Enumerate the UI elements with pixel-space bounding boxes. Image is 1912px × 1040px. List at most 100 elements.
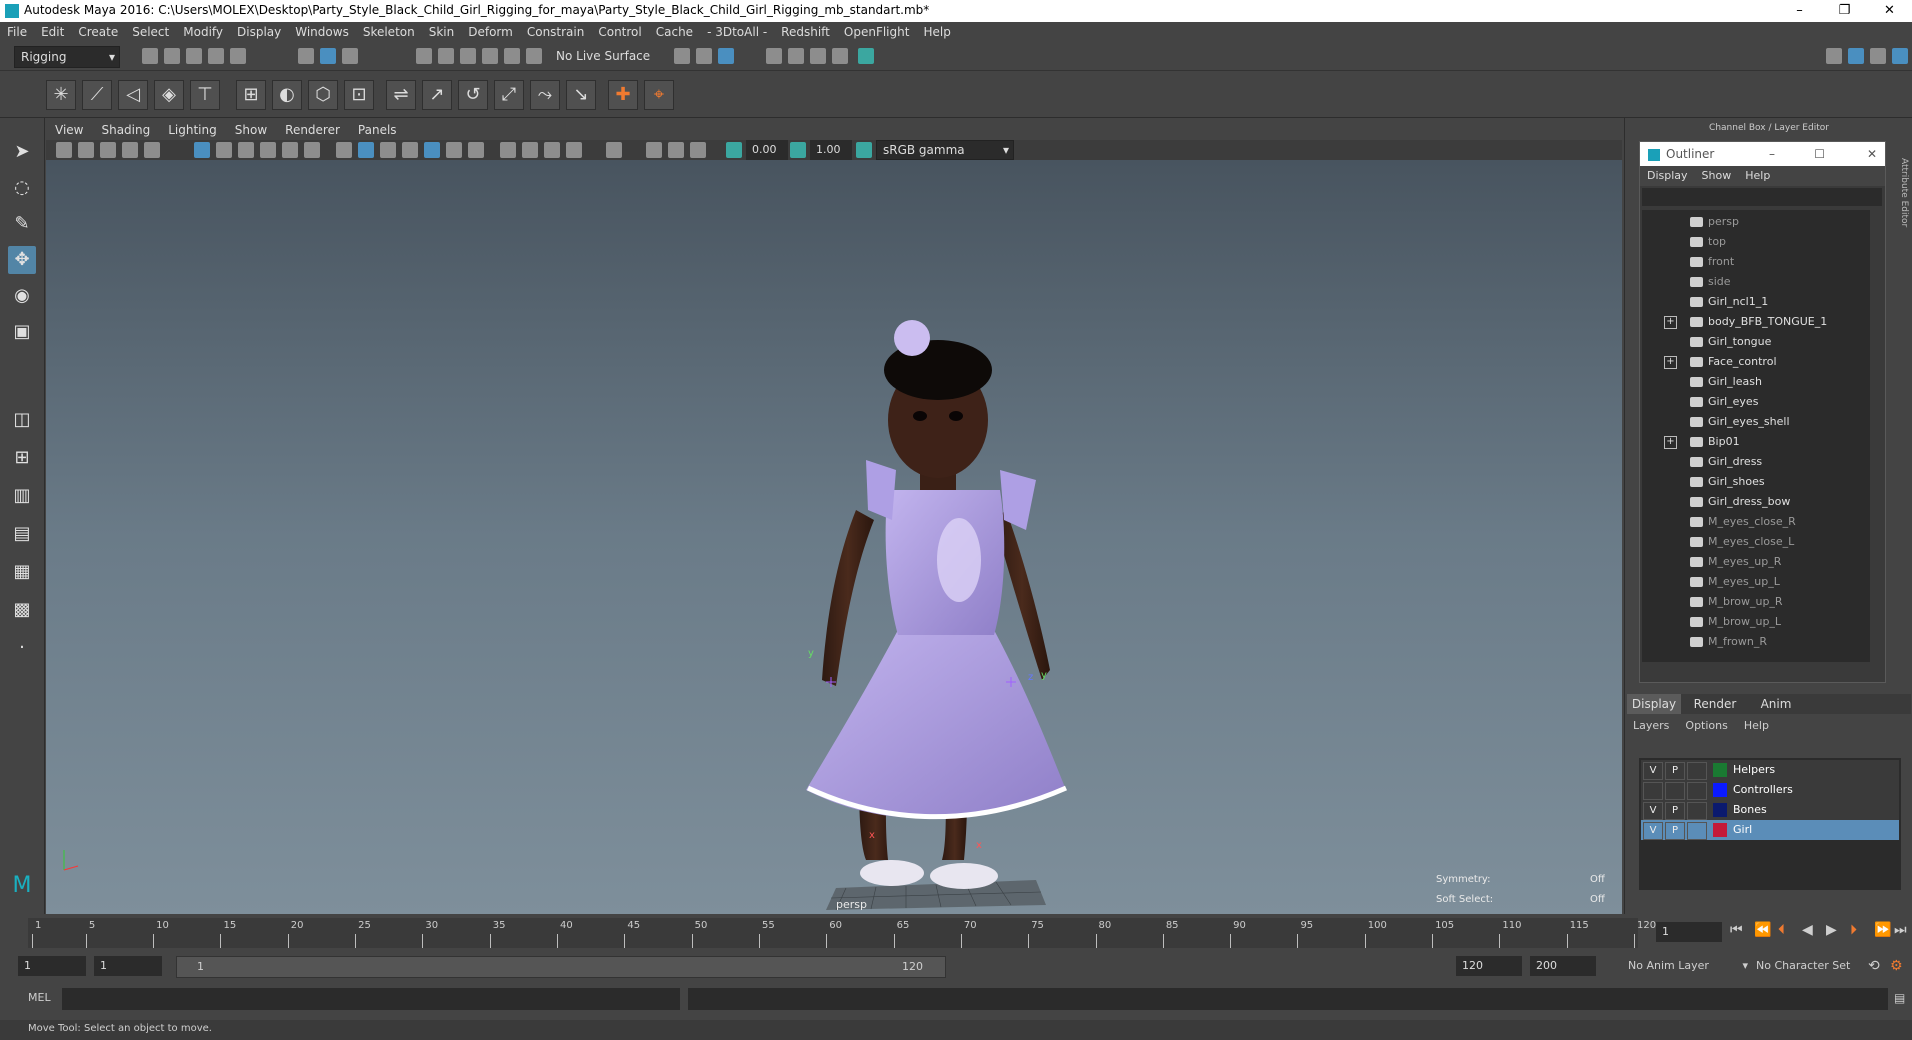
- tab-anim[interactable]: Anim: [1749, 694, 1803, 714]
- layer-menu-layers[interactable]: Layers: [1633, 716, 1677, 736]
- rotate-tool-icon[interactable]: ◉: [8, 282, 36, 310]
- single-pane-layout-icon[interactable]: ◫: [8, 406, 36, 434]
- layer-menu-help[interactable]: Help: [1736, 716, 1777, 736]
- current-frame-field[interactable]: 1: [1656, 922, 1722, 942]
- image-plane-icon[interactable]: [122, 142, 138, 158]
- construction-history-icon[interactable]: [718, 48, 734, 64]
- menu-deform[interactable]: Deform: [461, 22, 520, 42]
- layer-playback-toggle[interactable]: P: [1665, 802, 1685, 820]
- layer-color-swatch[interactable]: [1713, 803, 1727, 817]
- outliner-item[interactable]: + body_BFB_TONGUE_1: [1642, 312, 1870, 332]
- persp-outliner-layout-icon[interactable]: ▤: [8, 520, 36, 548]
- side-tab-attribute-editor[interactable]: Attribute Editor: [1895, 158, 1909, 458]
- ik-handle-icon[interactable]: ⟋: [82, 80, 112, 110]
- outliner-item[interactable]: Girl_dress_bow: [1642, 492, 1870, 512]
- menu-modify[interactable]: Modify: [176, 22, 230, 42]
- select-component-icon[interactable]: [342, 48, 358, 64]
- select-hierarchy-icon[interactable]: [298, 48, 314, 64]
- range-slider-bar[interactable]: 1 120: [176, 956, 946, 978]
- outliner-item[interactable]: M_brow_up_L: [1642, 612, 1870, 632]
- menu-windows[interactable]: Windows: [288, 22, 356, 42]
- pole-vector-icon[interactable]: ↘: [566, 80, 596, 110]
- outliner-item[interactable]: Girl_eyes_shell: [1642, 412, 1870, 432]
- anim-layer-dropdown[interactable]: No Anim Layer ▾: [1620, 956, 1748, 976]
- backface-culling-icon[interactable]: [690, 142, 706, 158]
- freeze-transform-icon[interactable]: ⌖: [644, 80, 674, 110]
- lattice-icon[interactable]: ⬡: [308, 80, 338, 110]
- menu-skin[interactable]: Skin: [422, 22, 462, 42]
- character-set-dropdown[interactable]: No Character Set: [1748, 956, 1876, 976]
- outliner-item[interactable]: Girl_leash: [1642, 372, 1870, 392]
- gamma-field[interactable]: 1.00: [810, 140, 852, 160]
- animation-prefs-icon[interactable]: ⚙: [1890, 958, 1903, 974]
- locator-icon[interactable]: ✚: [608, 80, 638, 110]
- scale-constraint-icon[interactable]: ⤢: [494, 80, 524, 110]
- close-button[interactable]: ✕: [1867, 0, 1912, 22]
- snap-view-icon[interactable]: [482, 48, 498, 64]
- layer-visibility-toggle[interactable]: V: [1643, 802, 1663, 820]
- render-view-icon[interactable]: [766, 48, 782, 64]
- ik-spline-icon[interactable]: ◁: [118, 80, 148, 110]
- minimize-button[interactable]: –: [1777, 0, 1822, 22]
- layer-display-type-toggle[interactable]: [1687, 802, 1707, 820]
- smooth-shade-icon[interactable]: [358, 142, 374, 158]
- insert-joint-icon[interactable]: ◈: [154, 80, 184, 110]
- select-object-icon[interactable]: [320, 48, 336, 64]
- exposure-icon[interactable]: [726, 142, 742, 158]
- magnet-icon[interactable]: [526, 48, 542, 64]
- outliner-item[interactable]: Girl_ncl1_1: [1642, 292, 1870, 312]
- ambient-occlusion-icon[interactable]: [500, 142, 516, 158]
- outliner-item[interactable]: persp: [1642, 212, 1870, 232]
- playback-end-field[interactable]: 120: [1456, 956, 1522, 976]
- prev-key-icon[interactable]: ⏴: [1778, 922, 1785, 938]
- outliner-menu-show[interactable]: Show: [1695, 166, 1739, 186]
- expand-icon[interactable]: +: [1664, 436, 1677, 449]
- expand-icon[interactable]: +: [1664, 316, 1677, 329]
- color-management-icon[interactable]: [856, 142, 872, 158]
- animation-end-field[interactable]: 200: [1530, 956, 1596, 976]
- open-scene-icon[interactable]: [164, 48, 180, 64]
- cluster-icon[interactable]: ⊡: [344, 80, 374, 110]
- menu-edit[interactable]: Edit: [34, 22, 71, 42]
- menu-control[interactable]: Control: [591, 22, 648, 42]
- go-to-start-icon[interactable]: ⏮: [1730, 922, 1743, 938]
- undo-icon[interactable]: [208, 48, 224, 64]
- layer-row-bones[interactable]: V P Bones: [1641, 800, 1899, 820]
- snap-curve-icon[interactable]: [438, 48, 454, 64]
- vp-menu-panels[interactable]: Panels: [349, 120, 406, 140]
- play-back-icon[interactable]: ◀: [1802, 922, 1813, 938]
- grid-toggle-icon[interactable]: [144, 142, 160, 158]
- layer-color-swatch[interactable]: [1713, 783, 1727, 797]
- play-forward-icon[interactable]: ▶: [1826, 922, 1837, 938]
- anti-alias-icon[interactable]: [544, 142, 560, 158]
- live-surface-field[interactable]: No Live Surface: [550, 46, 666, 66]
- layer-playback-toggle[interactable]: [1665, 782, 1685, 800]
- step-back-icon[interactable]: ⏪: [1754, 922, 1771, 938]
- time-slider[interactable]: 1 5 10 15 20 25 30 35 40 45 50 55 60 65 70 75 80 85 90 95 10…: [0, 914, 1912, 950]
- gamma-icon[interactable]: [790, 142, 806, 158]
- camera-select-icon[interactable]: [56, 142, 72, 158]
- textured-icon[interactable]: [402, 142, 418, 158]
- menu-constrain[interactable]: Constrain: [520, 22, 592, 42]
- expand-icon[interactable]: +: [1664, 356, 1677, 369]
- field-chart-icon[interactable]: [260, 142, 276, 158]
- vp-menu-show[interactable]: Show: [226, 120, 276, 140]
- animation-start-field[interactable]: 1: [18, 956, 86, 976]
- scale-tool-icon[interactable]: ▣: [8, 318, 36, 346]
- script-editor-icon[interactable]: ▤: [1894, 991, 1905, 1005]
- command-language-label[interactable]: MEL: [28, 991, 51, 1004]
- depth-of-field-icon[interactable]: [566, 142, 582, 158]
- outliner-menu-display[interactable]: Display: [1640, 166, 1695, 186]
- lighting-icon[interactable]: [424, 142, 440, 158]
- menu-select[interactable]: Select: [125, 22, 176, 42]
- channel-box-toggle-icon[interactable]: [1892, 48, 1908, 64]
- menu-help[interactable]: Help: [916, 22, 957, 42]
- snap-point-icon[interactable]: [460, 48, 476, 64]
- resolution-gate-icon[interactable]: [216, 142, 232, 158]
- menu-file[interactable]: File: [0, 22, 34, 42]
- layer-color-swatch[interactable]: [1713, 763, 1727, 777]
- outliner-maximize-icon[interactable]: ☐: [1814, 142, 1825, 166]
- vp-menu-shading[interactable]: Shading: [92, 120, 159, 140]
- vp-menu-view[interactable]: View: [46, 120, 92, 140]
- layer-color-swatch[interactable]: [1713, 823, 1727, 837]
